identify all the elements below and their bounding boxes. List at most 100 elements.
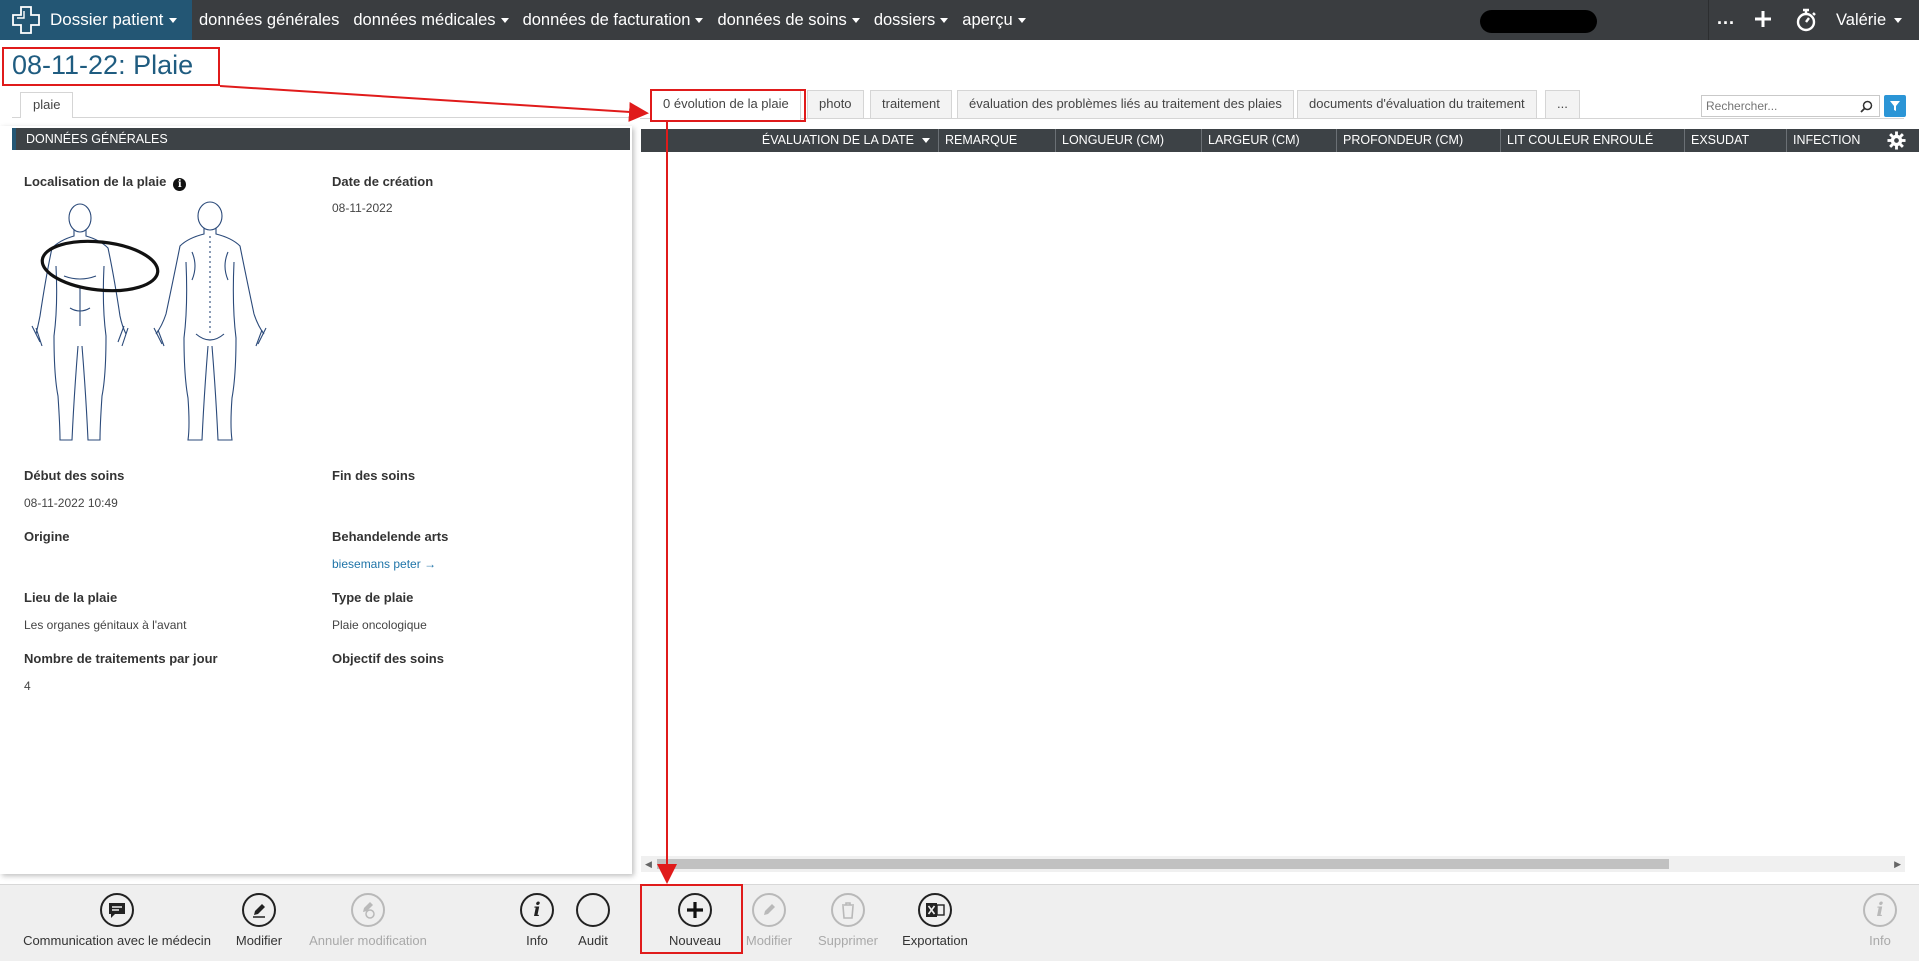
top-navbar: Dossier patient données générales donnée… (0, 0, 1919, 40)
fin-soins-label: Fin des soins (332, 468, 416, 483)
type-plaie-value: Plaie oncologique (332, 618, 427, 632)
audit-button[interactable]: Audit (574, 893, 612, 948)
chevron-down-icon (1894, 18, 1903, 23)
tab-traitement[interactable]: traitement (870, 90, 952, 118)
left-tab-divider (12, 117, 632, 118)
button-label: Communication avec le médecin (23, 933, 211, 948)
filter-button[interactable] (1884, 95, 1906, 117)
audit-icon (576, 893, 610, 927)
brand-menu[interactable]: Dossier patient (0, 0, 192, 40)
communication-medecin-button[interactable]: Communication avec le médecin (23, 893, 211, 948)
info-icon: i (520, 893, 554, 927)
nav-donnees-generales[interactable]: données générales (192, 0, 346, 40)
debut-soins-value: 08-11-2022 10:49 (24, 496, 118, 510)
excel-icon (918, 893, 952, 927)
column-header-lit-couleur[interactable]: LIT COULEUR ENROULÉ (1501, 129, 1685, 152)
info-right-button[interactable]: i Info (1861, 893, 1899, 948)
filter-icon (1890, 101, 1900, 111)
chevron-down-icon (1017, 17, 1026, 23)
horizontal-scrollbar[interactable]: ◀ ▶ (641, 856, 1905, 872)
column-header-longueur[interactable]: LONGUEUR (CM) (1056, 129, 1202, 152)
brand-label: Dossier patient (50, 10, 164, 29)
nav-donnees-soins[interactable]: données de soins (710, 0, 866, 40)
body-map-diagram[interactable] (20, 196, 272, 446)
arrow-right-icon: → (424, 557, 437, 571)
highlight-box-nouveau (640, 884, 743, 954)
tab-more[interactable]: ... (1545, 90, 1580, 118)
stopwatch-icon[interactable] (1795, 8, 1817, 32)
column-header-largeur[interactable]: LARGEUR (CM) (1202, 129, 1337, 152)
sort-desc-icon (922, 138, 930, 143)
chevron-down-icon (940, 17, 949, 23)
button-label: Modifier (745, 933, 793, 948)
button-label: Info (1869, 933, 1891, 948)
nav-more-button[interactable]: ... (1717, 8, 1735, 29)
nav-item-label: données médicales (353, 10, 496, 29)
grid-header: ÉVALUATION DE LA DATE REMARQUE LONGUEUR … (641, 129, 1919, 152)
chevron-down-icon (169, 17, 178, 23)
exportation-button[interactable]: Exportation (899, 893, 971, 948)
nav-item-label: dossiers (873, 10, 936, 29)
column-header-evaluation-date[interactable]: ÉVALUATION DE LA DATE (641, 129, 939, 152)
button-label: Audit (578, 933, 608, 948)
nav-item-label: données générales (199, 10, 340, 29)
trash-icon (831, 893, 865, 927)
nav-item-label: aperçu (962, 10, 1013, 29)
button-label: Annuler modification (309, 933, 427, 948)
add-icon[interactable] (1753, 9, 1773, 29)
tab-photo[interactable]: photo (807, 90, 864, 118)
behandelende-arts-value: biesemans peter (332, 557, 421, 571)
medical-cross-logo-icon (12, 6, 40, 34)
info-icon[interactable]: i (173, 178, 187, 191)
nombre-traitements-value: 4 (24, 679, 31, 693)
date-creation-value: 08-11-2022 (332, 201, 393, 215)
gear-icon[interactable] (1887, 131, 1906, 150)
date-creation-label: Date de création (332, 174, 434, 189)
tab-documents-evaluation[interactable]: documents d'évaluation du traitement (1297, 90, 1537, 118)
nav-apercu[interactable]: aperçu (955, 0, 1032, 40)
lieu-plaie-label: Lieu de la plaie (24, 590, 118, 605)
pencil-icon (242, 893, 276, 927)
tab-evaluation-problemes[interactable]: évaluation des problèmes liés au traitem… (957, 90, 1294, 118)
chat-icon (100, 893, 134, 927)
right-tab-divider (640, 118, 1904, 119)
pencil-icon (752, 893, 786, 927)
nav-item-label: données de soins (717, 10, 847, 29)
nav-dossiers[interactable]: dossiers (867, 0, 955, 40)
nav-donnees-medicales[interactable]: données médicales (346, 0, 515, 40)
info-button[interactable]: i Info (518, 893, 556, 948)
lieu-plaie-value: Les organes génitaux à l'avant (24, 618, 187, 632)
user-name: Valérie (1836, 11, 1887, 29)
redacted-patient-name (1480, 10, 1597, 33)
scroll-left-icon[interactable]: ◀ (645, 859, 652, 870)
column-header-profondeur[interactable]: PROFONDEUR (CM) (1337, 129, 1501, 152)
type-plaie-label: Type de plaie (332, 590, 414, 605)
behandelende-arts-label: Behandelende arts (332, 529, 449, 544)
scroll-right-icon[interactable]: ▶ (1894, 859, 1901, 870)
localisation-label-text: Localisation de la plaie (24, 174, 167, 189)
behandelende-arts-link[interactable]: biesemans peter → (332, 557, 436, 571)
nav-item-label: données de facturation (522, 10, 691, 29)
user-menu[interactable]: Valérie (1836, 11, 1903, 30)
column-header-exsudat[interactable]: EXSUDAT (1685, 129, 1787, 152)
nav-donnees-facturation[interactable]: données de facturation (516, 0, 711, 40)
modifier-row-button[interactable]: Modifier (742, 893, 796, 948)
bottom-toolbar: Communication avec le médecin Modifier A… (0, 884, 1919, 961)
button-label: Exportation (902, 933, 968, 948)
undo-edit-icon (351, 893, 385, 927)
origine-label: Origine (24, 529, 70, 544)
supprimer-button[interactable]: Supprimer (816, 893, 880, 948)
annuler-modification-button[interactable]: Annuler modification (306, 893, 430, 948)
search-icon[interactable] (1860, 100, 1873, 113)
nombre-traitements-label: Nombre de traitements par jour (24, 651, 218, 666)
nav-divider (1708, 0, 1709, 40)
modifier-button[interactable]: Modifier (232, 893, 286, 948)
highlight-box-title (2, 47, 220, 86)
tab-plaie[interactable]: plaie (20, 92, 74, 118)
column-header-remarque[interactable]: REMARQUE (939, 129, 1056, 152)
section-header-general-data: DONNÉES GÉNÉRALES (12, 128, 630, 150)
chevron-down-icon (695, 17, 704, 23)
button-label: Info (526, 933, 548, 948)
scrollbar-thumb[interactable] (657, 859, 1669, 869)
search-input[interactable] (1702, 96, 1852, 116)
